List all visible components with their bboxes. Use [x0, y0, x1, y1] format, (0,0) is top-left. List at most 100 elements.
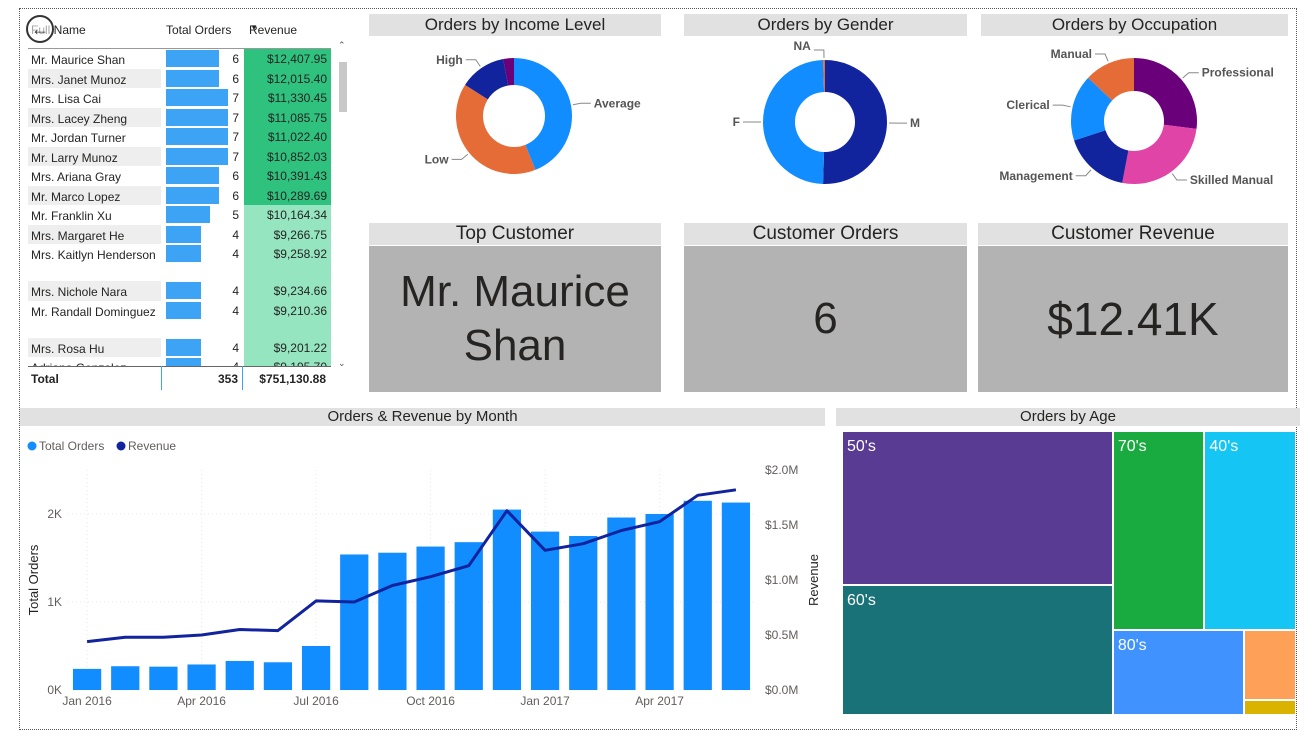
treemap-tile[interactable]: 80's: [1112, 630, 1244, 715]
orders-cell: 7: [232, 110, 239, 125]
table-row[interactable]: Mrs. Lisa Cai 7 $11,330.45: [28, 88, 331, 108]
table-total-row: Total 353 $751,130.88: [28, 366, 331, 390]
table-row[interactable]: Adriana Gonzalez4$9,195.70: [28, 357, 331, 366]
revenue-cell: $11,085.75: [244, 107, 331, 127]
customer-revenue-value: $12.41K: [978, 246, 1288, 392]
table-row[interactable]: Mrs. Nichole Nara 4 $9,234.66: [28, 281, 331, 301]
donut-leader-line: [572, 102, 591, 106]
table-row[interactable]: Mrs. Rosa Hu 4 $9,201.22: [28, 337, 331, 357]
gender-donut-chart[interactable]: M F NA: [684, 38, 967, 218]
donut-data-label: M: [910, 116, 920, 130]
customer-orders-value: 6: [684, 246, 967, 392]
scroll-down-icon[interactable]: ⌄: [338, 358, 346, 369]
donut-leader-line: [1182, 72, 1199, 79]
table-row[interactable]: Mr. Maurice Shan 6 $12,407.95: [28, 49, 331, 69]
orders-cell: 7: [232, 130, 239, 144]
total-revenue-value: $751,130.88: [259, 372, 326, 386]
donut-slice: [823, 60, 888, 185]
occupation-chart-title: Orders by Occupation: [981, 14, 1288, 36]
donut-leader-line: [1171, 173, 1187, 181]
treemap-tile[interactable]: 50's: [842, 431, 1113, 586]
orders-bar: [340, 554, 369, 690]
donut-data-label: NA: [794, 39, 812, 53]
y-axis-tick: 2K: [47, 507, 62, 521]
customer-name-cell: Mr. Franklin Xu: [31, 209, 112, 223]
customer-revenue-title: Customer Revenue: [978, 223, 1288, 245]
orders-bar: [111, 666, 140, 690]
orders-cell: 4: [232, 247, 239, 261]
treemap-tile-label: 50's: [847, 438, 876, 455]
gender-chart-title: Orders by Gender: [684, 14, 967, 36]
revenue-cell: $12,015.40: [244, 68, 331, 88]
treemap-tile-label: 60's: [847, 592, 876, 610]
orders-cell: 6: [232, 169, 239, 183]
legend-total-orders: Total Orders: [39, 439, 104, 453]
age-treemap[interactable]: 50's 60's 70's 40's 80's: [842, 431, 1296, 715]
scrollbar-thumb[interactable]: [339, 62, 347, 112]
donut-data-label: Low: [425, 152, 450, 166]
treemap-tile-label: 70's: [1117, 438, 1147, 455]
back-arrow-icon[interactable]: ←: [26, 15, 54, 43]
table-row[interactable]: Mrs. Ariana Gray 6 $10,391.43: [28, 166, 331, 186]
table-row[interactable]: Mrs. Margaret He 4 $9,266.75: [28, 224, 331, 244]
donut-data-label: High: [436, 53, 463, 67]
table-row[interactable]: Mrs. Janet Munoz 6 $12,015.40: [28, 68, 331, 88]
customer-name-cell: Mrs. Lacey Zheng: [28, 107, 161, 127]
orders-data-bar: [166, 245, 201, 262]
orders-cell: 4: [232, 303, 239, 318]
customer-orders-title: Customer Orders: [684, 223, 967, 245]
revenue-cell: $9,234.66: [244, 281, 331, 301]
top-customer-title: Top Customer: [369, 223, 661, 245]
legend-total-orders-icon: [27, 441, 37, 451]
orders-bar: [721, 502, 751, 690]
table-row[interactable]: Mr. Jordan Turner 7 $11,022.40: [28, 127, 331, 147]
orders-bar: [530, 531, 560, 690]
sort-descending-icon: ▼: [250, 23, 258, 32]
legend-revenue-icon: [116, 441, 126, 451]
table-row[interactable]: Mr. Larry Munoz 7 $10,852.03: [28, 146, 331, 166]
customer-name-cell: Mr. Marco Lopez: [28, 185, 161, 205]
treemap-tile-label: 80's: [1117, 637, 1147, 655]
table-scrollbar[interactable]: ⌃ ⌄: [338, 40, 348, 370]
x-axis-tick: Apr 2017: [635, 694, 684, 708]
customer-name-cell: Mrs. Rosa Hu: [28, 337, 161, 357]
y2-axis-tick: $1.0M: [765, 573, 798, 587]
x-axis-tick: Apr 2016: [177, 694, 226, 708]
scroll-up-icon[interactable]: ⌃: [338, 40, 346, 51]
income-donut-chart[interactable]: Average Low High: [369, 38, 661, 218]
table-row[interactable]: Mrs. Lacey Zheng 7 $11,085.75: [28, 107, 331, 127]
orders-cell: 4: [232, 227, 239, 242]
orders-revenue-combo-chart[interactable]: Total Orders Revenue 0K 1K 2K $0.0M $0.5M $1.0M…: [20, 430, 830, 720]
legend-revenue: Revenue: [128, 439, 176, 453]
donut-leader-line: [1052, 104, 1071, 108]
treemap-tile-label: 40's: [1209, 438, 1239, 455]
donut-slice: [1134, 58, 1197, 129]
revenue-cell: $9,201.22: [244, 337, 331, 357]
x-axis-tick: Jul 2016: [293, 694, 339, 708]
treemap-tile[interactable]: 60's: [842, 585, 1113, 715]
treemap-tile[interactable]: [1243, 630, 1296, 701]
orders-bar: [378, 552, 407, 690]
y-axis-tick: 0K: [47, 683, 62, 697]
revenue-cell: $9,210.36: [244, 300, 331, 338]
column-header-orders[interactable]: Total Orders: [166, 23, 231, 37]
treemap-tile[interactable]: 40's: [1204, 431, 1296, 631]
table-row[interactable]: Mr. Randall Dominguez 4 $9,210.36: [28, 300, 331, 338]
customer-name-cell: Mr. Larry Munoz: [28, 146, 161, 166]
orders-cell: 4: [232, 284, 239, 298]
donut-data-label: Manual: [1051, 47, 1092, 61]
orders-bar: [683, 500, 712, 690]
treemap-tile[interactable]: 70's: [1112, 431, 1205, 631]
monthly-chart-title: Orders & Revenue by Month: [20, 408, 825, 426]
donut-leader-line: [451, 153, 469, 160]
total-orders-value: 353: [217, 372, 238, 386]
occupation-donut-chart[interactable]: Professional Skilled Manual Management Cler…: [981, 38, 1288, 218]
orders-cell: 6: [232, 71, 239, 86]
table-row[interactable]: Mr. Franklin Xu 5 $10,164.34: [28, 205, 331, 225]
table-row[interactable]: Mrs. Kaitlyn Henderson 4 $9,258.92: [28, 244, 331, 281]
table-row[interactable]: Mr. Marco Lopez 6 $10,289.69: [28, 185, 331, 205]
orders-cell: 7: [232, 91, 239, 105]
orders-data-bar: [166, 358, 201, 366]
donut-slice: [763, 60, 825, 184]
treemap-tile[interactable]: [1243, 700, 1296, 715]
